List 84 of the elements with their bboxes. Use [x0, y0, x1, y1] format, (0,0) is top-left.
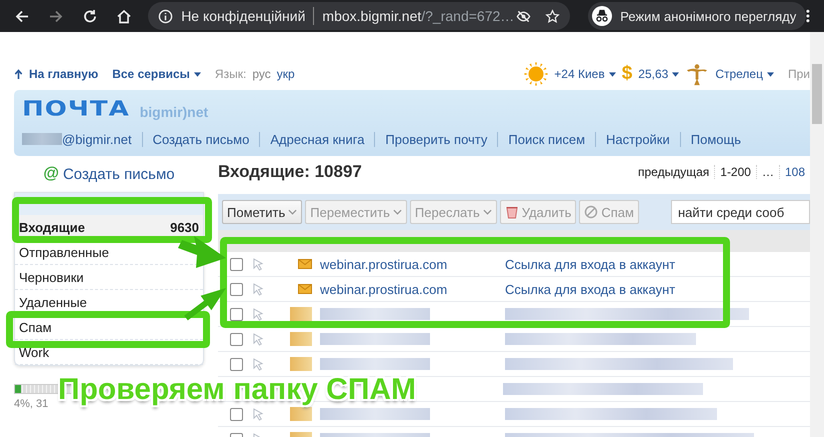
blurred-icon	[290, 332, 312, 346]
message-sender[interactable]: webinar.prostirua.com	[320, 256, 505, 272]
search-field[interactable]: найти среди сооб	[671, 200, 810, 224]
up-arrow-icon	[14, 68, 23, 80]
caret-icon[interactable]	[766, 72, 774, 76]
nav-link[interactable]: Создать письмо	[142, 132, 260, 146]
security-label: Не конфіденційний	[181, 8, 306, 24]
home-link[interactable]: На главную	[29, 67, 98, 81]
message-subject[interactable]: Ссылка для входа в аккаунт	[505, 282, 676, 296]
quota-text: 4%, 31	[14, 398, 50, 410]
toolbar-button[interactable]: Пометить	[222, 200, 302, 224]
folder-item[interactable]: Спам	[19, 320, 109, 334]
currency-link[interactable]: 25,63	[638, 67, 668, 81]
annotation-caption: Проверяем папку СПАМ	[58, 373, 416, 407]
message-subject[interactable]: Ссылка для входа в аккаунт	[505, 256, 676, 272]
chevron-icon	[392, 209, 402, 215]
folder-item[interactable]: Work	[19, 344, 109, 360]
message-sender[interactable]: webinar.prostirua.com	[320, 282, 505, 296]
home-icon[interactable]	[116, 8, 132, 24]
scrollbar[interactable]	[810, 32, 824, 437]
at-sign: @	[43, 165, 59, 183]
envelope-icon	[298, 284, 312, 294]
current-page[interactable]: 1-200	[714, 165, 756, 179]
eye-slash-icon[interactable]	[516, 8, 532, 24]
nav-link[interactable]: Помощь	[680, 132, 751, 146]
folder-item[interactable]: Удаленные	[19, 294, 109, 310]
cursor-icon[interactable]	[253, 282, 264, 296]
account-name: @bigmir.net	[62, 132, 143, 146]
envelope-icon	[298, 259, 312, 269]
trash-icon	[504, 205, 519, 219]
pager-text[interactable]: …	[756, 165, 779, 179]
nav-link[interactable]: Поиск писем	[498, 132, 596, 146]
nav-link[interactable]: Проверить почту	[375, 132, 498, 146]
cursor-icon[interactable]	[253, 408, 264, 420]
logo-title: ПОЧТА	[22, 97, 130, 121]
block-icon	[584, 205, 598, 219]
logo-brand: bigmir)net	[140, 104, 208, 120]
archer-icon	[685, 62, 710, 86]
url-text: mbox.bigmir.net/?_rand=672…	[322, 8, 514, 24]
blurred-username	[22, 133, 62, 145]
folder-count: 9630	[170, 220, 200, 234]
nav-link[interactable]: Настройки	[596, 132, 681, 146]
services-link[interactable]: Все сервисы	[112, 67, 190, 81]
address-bar[interactable]: Не конфіденційний mbox.bigmir.net/?_rand=672…	[148, 2, 570, 30]
cursor-icon[interactable]	[253, 358, 264, 370]
dollar-sign: $	[622, 63, 632, 85]
blurred-icon	[290, 357, 312, 371]
checkbox[interactable]	[230, 332, 243, 346]
checkbox[interactable]	[230, 358, 243, 370]
star-icon[interactable]	[545, 8, 560, 24]
checkbox[interactable]	[230, 308, 243, 320]
folder-item[interactable]: Входящие	[19, 220, 95, 234]
pager-text[interactable]: предыдущая	[633, 165, 714, 179]
blurred-icon	[290, 307, 312, 321]
caret-icon[interactable]	[194, 72, 201, 76]
language-label: Язык:	[214, 67, 246, 81]
chevron-icon	[482, 209, 492, 215]
chevron-icon	[288, 209, 298, 215]
cursor-icon[interactable]	[253, 308, 264, 320]
incognito-badge[interactable]: Режим анонімного перегляду	[588, 2, 806, 30]
folder-item[interactable]: Отправленные	[19, 244, 109, 260]
language-option[interactable]: рус	[252, 67, 271, 81]
checkbox[interactable]	[230, 408, 243, 420]
pointer-arrow	[184, 288, 226, 320]
info-icon[interactable]	[158, 8, 174, 24]
inbox-title: Входящие: 10897	[218, 162, 362, 182]
caret-icon[interactable]	[672, 72, 680, 76]
compose-link[interactable]: @ Создать письмо	[14, 160, 204, 186]
pointer-arrow	[178, 236, 226, 268]
sun-icon	[524, 62, 548, 86]
reload-icon[interactable]	[82, 8, 98, 24]
folder-item[interactable]: Черновики	[19, 270, 109, 284]
incognito-icon	[592, 6, 612, 26]
horoscope-link[interactable]: Стрелец	[715, 67, 763, 81]
blurred-icon	[290, 407, 312, 421]
caret-icon[interactable]	[608, 72, 616, 76]
checkbox[interactable]	[230, 258, 243, 270]
checkbox[interactable]	[230, 282, 243, 296]
cursor-icon[interactable]	[253, 258, 264, 270]
cursor-icon[interactable]	[253, 332, 264, 346]
weather-link[interactable]: +24 Киев	[554, 67, 605, 81]
menu-icon[interactable]	[806, 8, 810, 24]
nav-link[interactable]: Адресная книга	[260, 132, 376, 146]
language-option[interactable]: укр	[276, 67, 295, 81]
